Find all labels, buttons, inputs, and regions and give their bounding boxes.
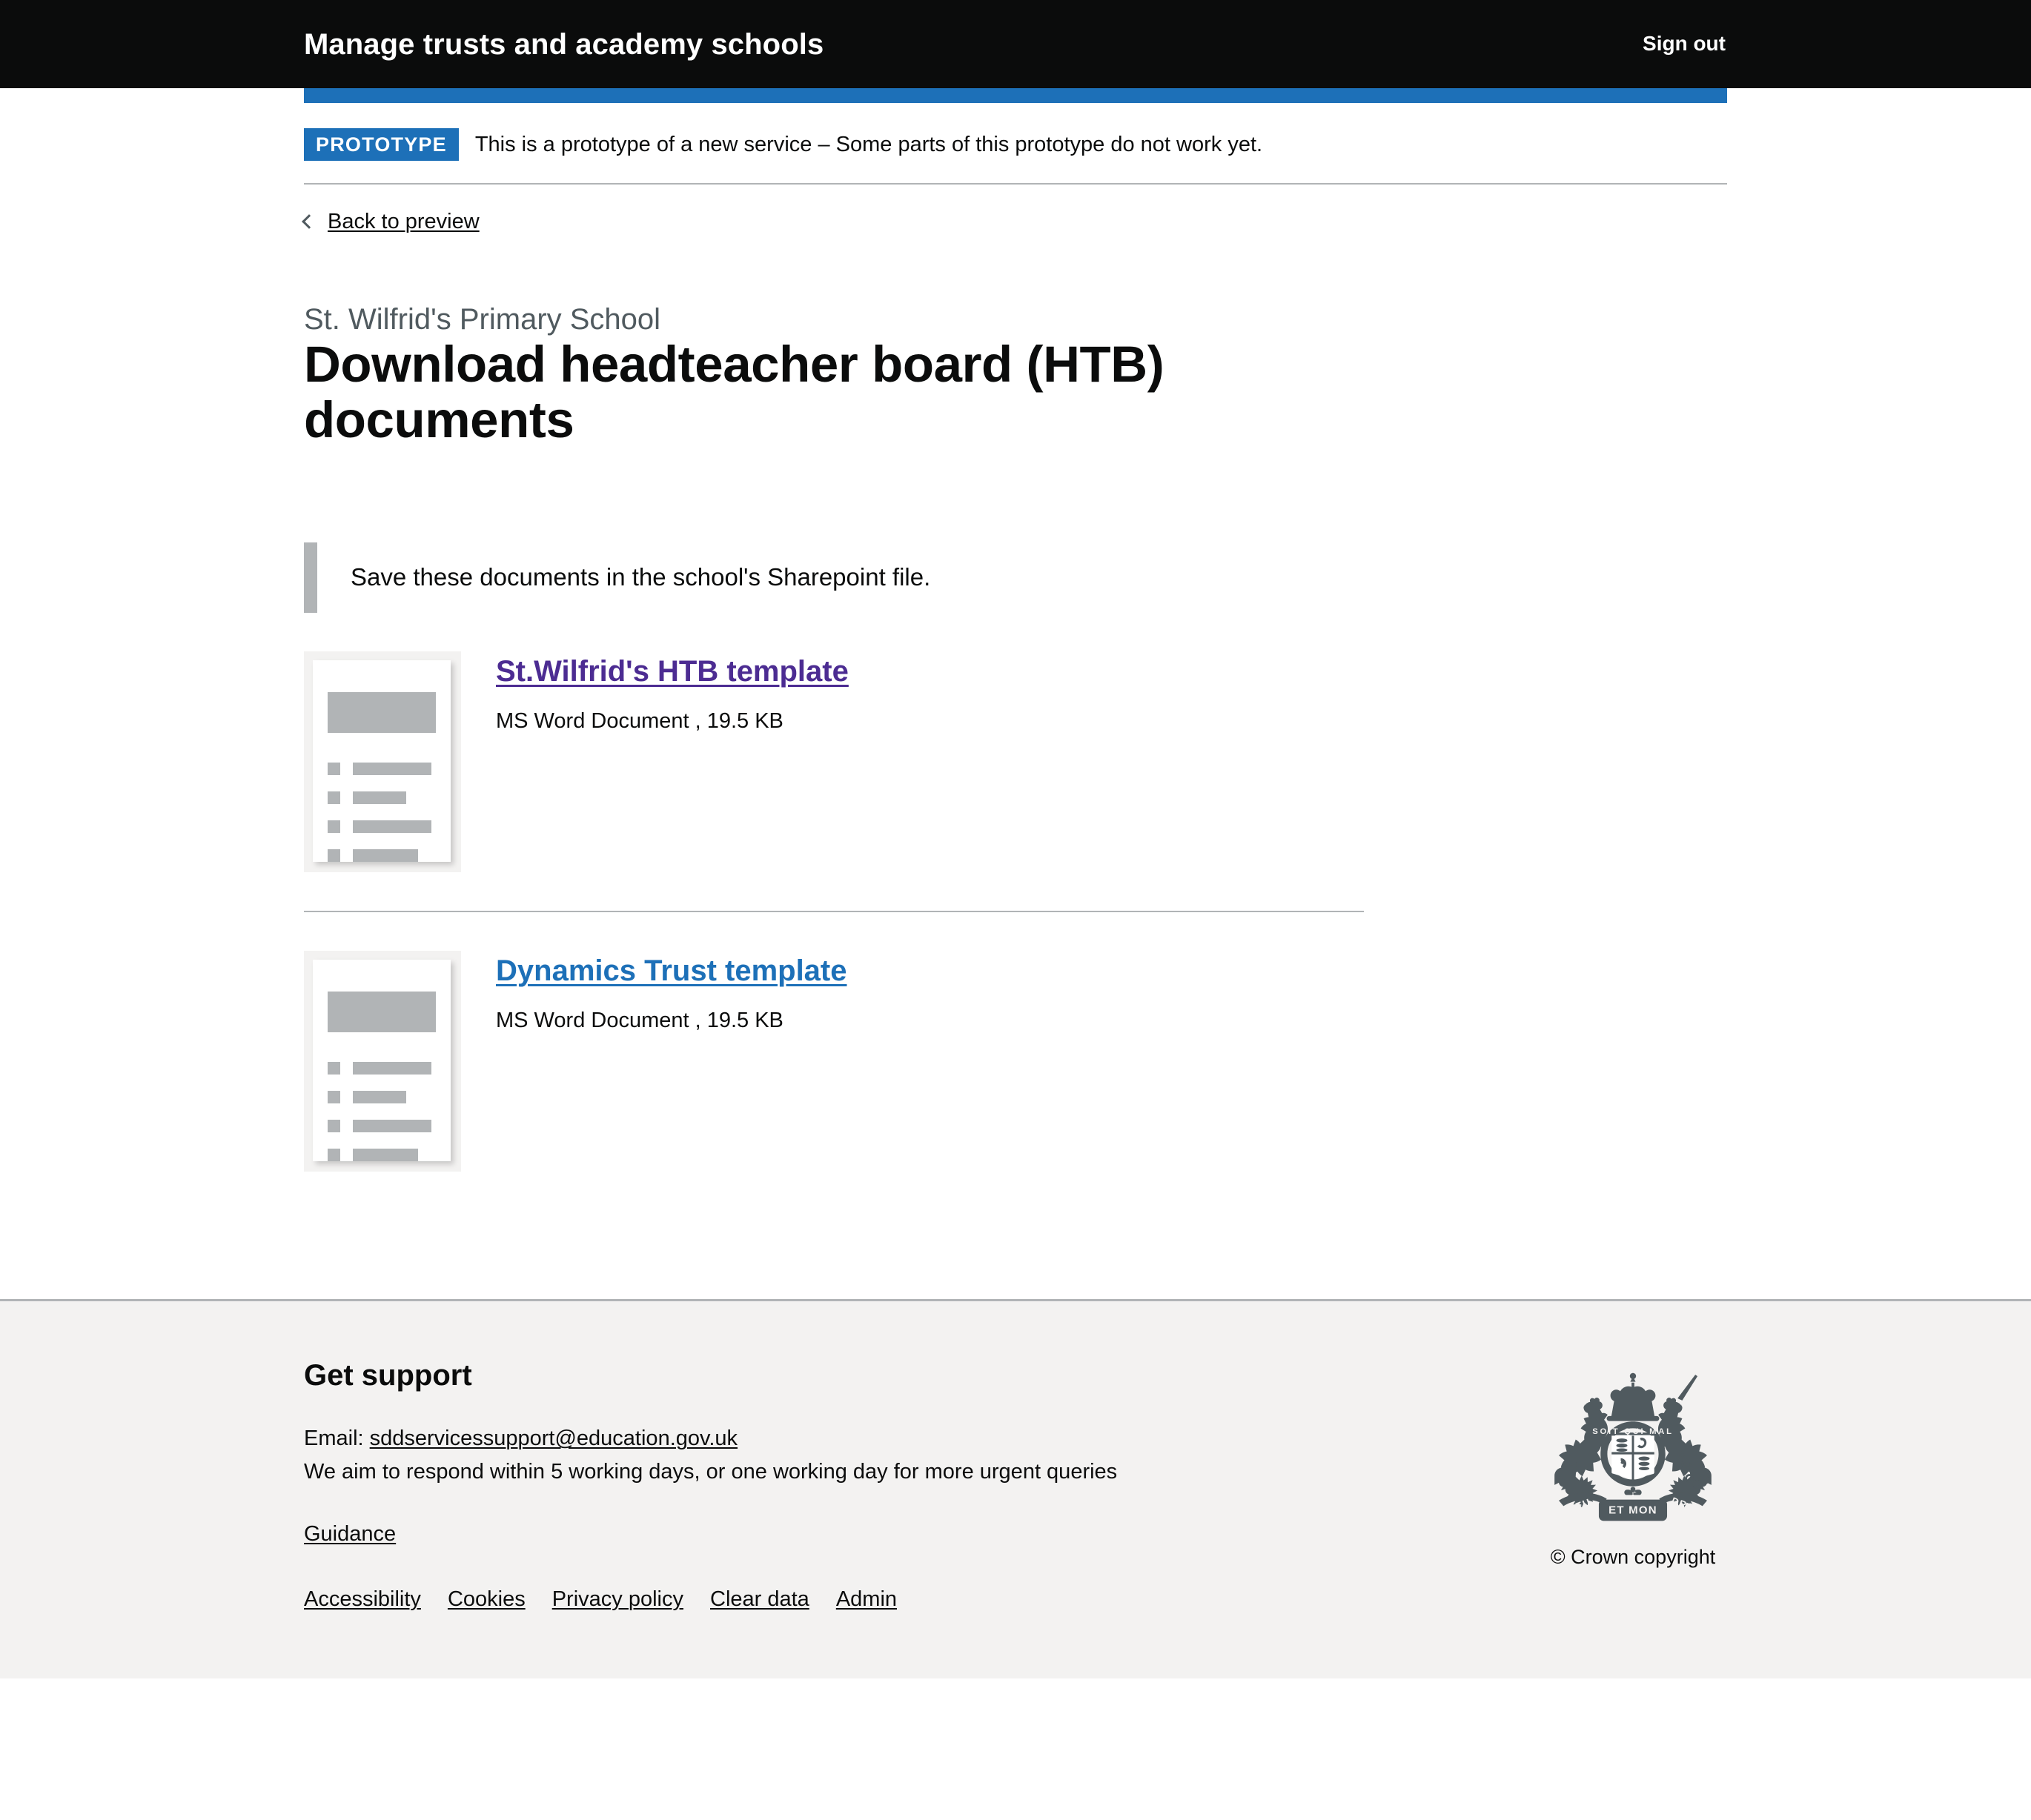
site-footer: Get support Email: sddservicessupport@ed…: [0, 1299, 2031, 1678]
guidance-link[interactable]: Guidance: [304, 1522, 396, 1546]
document-thumbnail-icon: [304, 651, 461, 873]
page-title: Download headteacher board (HTB) documen…: [304, 336, 1164, 449]
thumbnail-rows: [328, 763, 436, 863]
phase-tag-prototype: PROTOTYPE: [304, 128, 459, 161]
blue-accent-bar: [304, 88, 1727, 103]
thumbnail-bullet-icon: [328, 820, 340, 834]
service-name-link[interactable]: Manage trusts and academy schools: [304, 28, 824, 61]
thumbnail-row: [328, 791, 436, 805]
footer-response-time: We aim to respond within 5 working days,…: [304, 1460, 1118, 1484]
phase-banner: PROTOTYPE This is a prototype of a new s…: [304, 103, 1727, 185]
thumbnail-bar: [353, 1120, 431, 1133]
thumbnail-bullet-icon: [328, 1091, 340, 1104]
page-caption: St. Wilfrid's Primary School: [304, 303, 661, 336]
back-link-row: Back to preview: [302, 185, 1727, 234]
thumbnail-bullet-icon: [328, 1120, 340, 1133]
thumbnail-bullet-icon: [328, 763, 340, 776]
thumbnail-bar: [353, 1091, 406, 1104]
footer-link-accessibility[interactable]: Accessibility: [304, 1587, 421, 1612]
thumbnail-bar: [353, 1062, 431, 1075]
thumbnail-bar: [353, 820, 431, 834]
chevron-left-icon: [302, 213, 317, 229]
document-list: St.Wilfrid's HTB template MS Word Docume…: [304, 613, 1727, 1210]
thumbnail-row: [328, 1149, 436, 1162]
support-email-link[interactable]: sddservicessupport@education.gov.uk: [370, 1427, 738, 1450]
royal-coat-of-arms-icon: ET MON DIEU DROIT SOIT QUI MAL: [1554, 1373, 1712, 1521]
thumbnail-bar: [353, 849, 418, 863]
thumbnail-bar: [353, 791, 406, 805]
document-meta: MS Word Document , 19.5 KB: [496, 709, 783, 734]
thumbnail-bullet-icon: [328, 1062, 340, 1075]
document-thumbnail-icon: [304, 951, 461, 1172]
footer-heading: Get support: [304, 1359, 472, 1392]
thumbnail-row: [328, 1062, 436, 1075]
page-width-container: PROTOTYPE This is a prototype of a new s…: [302, 103, 1727, 1299]
document-list-item: Dynamics Trust template MS Word Document…: [304, 911, 1364, 1210]
footer-email-prefix: Email:: [304, 1427, 364, 1451]
back-to-preview-link[interactable]: Back to preview: [302, 210, 480, 234]
thumbnail-row: [328, 1120, 436, 1133]
thumbnail-row: [328, 820, 436, 834]
footer-guidance-row: Guidance: [304, 1520, 1117, 1549]
back-link-label: Back to preview: [328, 210, 480, 233]
site-header: Manage trusts and academy schools Sign o…: [0, 0, 2031, 88]
thumbnail-bullet-icon: [328, 791, 340, 805]
thumbnail-header-block: [328, 692, 436, 734]
document-list-item: St.Wilfrid's HTB template MS Word Docume…: [304, 613, 1727, 911]
thumbnail-bar: [353, 763, 431, 776]
document-details: Dynamics Trust template MS Word Document…: [461, 951, 847, 1034]
footer-link-privacy-policy[interactable]: Privacy policy: [552, 1587, 683, 1612]
thumbnail-bullet-icon: [328, 1149, 340, 1162]
footer-link-admin[interactable]: Admin: [836, 1587, 897, 1612]
thumbnail-row: [328, 1091, 436, 1104]
phase-banner-text: This is a prototype of a new service – S…: [474, 132, 1263, 156]
crown-copyright-text: © Crown copyright: [1550, 1546, 1716, 1569]
footer-crest-section: ET MON DIEU DROIT SOIT QUI MAL © Crown c…: [1540, 1359, 1727, 1569]
footer-link-cookies[interactable]: Cookies: [448, 1587, 526, 1612]
inset-text-content: Save these documents in the school's Sha…: [351, 563, 931, 591]
thumbnail-rows: [328, 1062, 436, 1162]
footer-nav: Accessibility Cookies Privacy policy Cle…: [304, 1587, 1117, 1612]
thumbnail-header-block: [328, 992, 436, 1033]
document-meta: MS Word Document , 19.5 KB: [496, 1009, 783, 1033]
document-download-link[interactable]: St.Wilfrid's HTB template: [496, 654, 849, 688]
document-download-link[interactable]: Dynamics Trust template: [496, 954, 847, 988]
thumbnail-row: [328, 763, 436, 776]
thumbnail-bar: [353, 1149, 418, 1162]
main-content: St. Wilfrid's Primary School Download he…: [304, 234, 1727, 1299]
svg-text:ET MON: ET MON: [1608, 1504, 1657, 1517]
thumbnail-row: [328, 849, 436, 863]
sign-out-link[interactable]: Sign out: [1643, 32, 1726, 56]
document-details: St.Wilfrid's HTB template MS Word Docume…: [461, 651, 849, 734]
footer-support-section: Get support Email: sddservicessupport@ed…: [304, 1359, 1117, 1611]
footer-link-clear-data[interactable]: Clear data: [710, 1587, 809, 1612]
svg-text:SOIT QUI MAL: SOIT QUI MAL: [1592, 1427, 1673, 1436]
thumbnail-bullet-icon: [328, 849, 340, 863]
blue-accent-bar-wrapper: [304, 88, 1727, 103]
inset-text-block: Save these documents in the school's Sha…: [304, 542, 1490, 614]
footer-email-row: Email: sddservicessupport@education.gov.…: [304, 1424, 1117, 1453]
